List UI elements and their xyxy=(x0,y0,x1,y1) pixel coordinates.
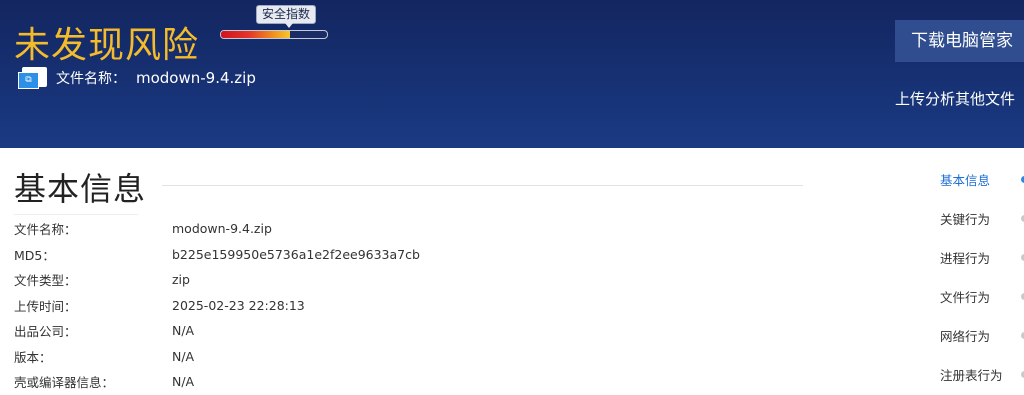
info-key: 出品公司： xyxy=(14,324,77,340)
safety-index-bar xyxy=(220,30,328,39)
info-key: MD5： xyxy=(14,247,55,263)
info-key: 上传时间： xyxy=(14,298,77,314)
nav-item-basic-info[interactable]: 基本信息 xyxy=(940,160,1024,199)
nav-item-label: 基本信息 xyxy=(940,173,991,188)
nav-item-process-behavior[interactable]: 进程行为 xyxy=(940,238,1024,277)
report-header: 未发现风险 安全指数 ⧉ 文件名称： modown-9.4.zip 下载电脑管家… xyxy=(0,0,1024,148)
nav-item-file-behavior[interactable]: 文件行为 xyxy=(940,277,1024,316)
file-name-value: modown-9.4.zip xyxy=(136,69,256,87)
info-value: 2025-02-23 22:28:13 xyxy=(172,297,305,313)
info-row-company: 出品公司： N/A xyxy=(14,318,714,344)
nav-item-label: 注册表行为 xyxy=(940,368,1003,383)
section-title: 基本信息 xyxy=(14,170,147,208)
info-value: N/A xyxy=(172,323,195,339)
file-name-row: ⧉ 文件名称： modown-9.4.zip xyxy=(18,66,256,90)
basic-info-list: 文件名称： modown-9.4.zip MD5： b225e159950e57… xyxy=(14,216,714,395)
info-value: modown-9.4.zip xyxy=(172,221,272,237)
risk-verdict: 未发现风险 xyxy=(14,25,200,66)
info-key: 文件名称： xyxy=(14,222,77,238)
info-value: zip xyxy=(172,272,190,288)
nav-item-label: 进程行为 xyxy=(940,251,991,266)
safety-index-badge: 安全指数 xyxy=(256,5,317,28)
info-key: 壳或编译器信息： xyxy=(14,375,115,391)
zip-file-icon: ⧉ xyxy=(18,67,48,89)
info-value: N/A xyxy=(172,348,195,364)
info-row-upload-time: 上传时间： 2025-02-23 22:28:13 xyxy=(14,293,714,319)
download-pc-manager-button[interactable]: 下载电脑管家 xyxy=(895,20,1024,62)
nav-item-network-behavior[interactable]: 网络行为 xyxy=(940,316,1024,355)
nav-item-key-behavior[interactable]: 关键行为 xyxy=(940,199,1024,238)
safety-index-fill xyxy=(221,31,290,38)
info-row-packer: 壳或编译器信息： N/A xyxy=(14,369,714,395)
nav-item-label: 关键行为 xyxy=(940,212,991,227)
info-row-filename: 文件名称： modown-9.4.zip xyxy=(14,216,714,242)
info-key: 版本： xyxy=(14,349,52,365)
info-value: b225e159950e5736a1e2f2ee9633a7cb xyxy=(172,246,420,262)
upload-other-file-link[interactable]: 上传分析其他文件 xyxy=(895,88,1015,109)
section-nav: 基本信息 关键行为 进程行为 文件行为 网络行为 注册表行为 xyxy=(940,160,1024,394)
nav-item-registry-behavior[interactable]: 注册表行为 xyxy=(940,355,1024,394)
file-name-label: 文件名称： xyxy=(56,71,126,87)
section-divider xyxy=(162,185,803,186)
info-value: N/A xyxy=(172,374,195,390)
title-underline xyxy=(14,214,138,215)
info-key: 文件类型： xyxy=(14,273,77,289)
info-row-version: 版本： N/A xyxy=(14,344,714,370)
info-row-md5: MD5： b225e159950e5736a1e2f2ee9633a7cb xyxy=(14,242,714,268)
info-row-filetype: 文件类型： zip xyxy=(14,267,714,293)
nav-item-label: 文件行为 xyxy=(940,290,991,305)
nav-item-label: 网络行为 xyxy=(940,329,991,344)
